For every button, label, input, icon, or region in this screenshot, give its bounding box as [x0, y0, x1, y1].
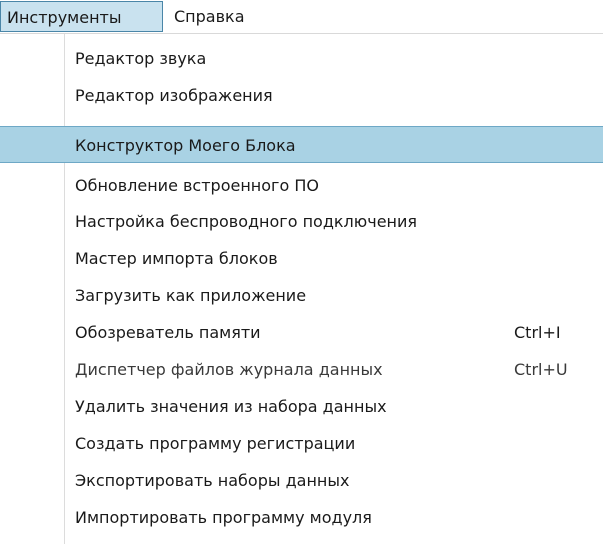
menu-item-wireless-setup[interactable]: Настройка беспроводного подключения	[0, 203, 603, 240]
menu-item-label: Редактор изображения	[75, 86, 273, 105]
menu-tools[interactable]: Инструменты	[0, 1, 163, 32]
menu-item-label: Настройка беспроводного подключения	[75, 212, 418, 231]
menu-item-datalog-file-manager[interactable]: Диспетчер файлов журнала данных Ctrl+U	[0, 351, 603, 388]
menu-item-label: Экспортировать наборы данных	[75, 471, 350, 490]
menu-item-import-module-program[interactable]: Импортировать программу модуля	[0, 499, 603, 536]
menu-item-label: Импортировать программу модуля	[75, 508, 372, 527]
menu-item-clear-dataset-values[interactable]: Удалить значения из набора данных	[0, 388, 603, 425]
tools-dropdown-menu: Редактор звука Редактор изображения Конс…	[0, 33, 603, 544]
menu-item-block-import-wizard[interactable]: Мастер импорта блоков	[0, 240, 603, 277]
menu-item-create-logging-program[interactable]: Создать программу регистрации	[0, 425, 603, 462]
menu-item-shortcut: Ctrl+U	[514, 360, 568, 379]
menu-item-firmware-update[interactable]: Обновление встроенного ПО	[0, 167, 603, 204]
menu-help[interactable]: Справка	[173, 1, 263, 32]
menu-item-download-as-app[interactable]: Загрузить как приложение	[0, 277, 603, 314]
menu-item-image-editor[interactable]: Редактор изображения	[0, 77, 603, 114]
application-screen: Инструменты Справка Редактор звука Редак…	[0, 0, 603, 544]
menu-item-my-block-builder[interactable]: Конструктор Моего Блока	[0, 126, 603, 163]
menu-item-label: Диспетчер файлов журнала данных	[75, 360, 383, 379]
menu-item-label: Мастер импорта блоков	[75, 249, 278, 268]
menu-item-label: Создать программу регистрации	[75, 434, 356, 453]
menu-item-label: Загрузить как приложение	[75, 286, 307, 305]
menu-item-label: Редактор звука	[75, 49, 207, 68]
menu-bar: Инструменты Справка	[0, 0, 603, 34]
menu-item-export-datasets[interactable]: Экспортировать наборы данных	[0, 462, 603, 499]
menu-item-memory-browser[interactable]: Обозреватель памяти Ctrl+I	[0, 314, 603, 351]
menu-item-label: Обновление встроенного ПО	[75, 176, 319, 195]
menu-item-sound-editor[interactable]: Редактор звука	[0, 40, 603, 77]
menu-item-label: Конструктор Моего Блока	[75, 136, 296, 155]
menu-item-label: Обозреватель памяти	[75, 323, 261, 342]
menu-item-label: Удалить значения из набора данных	[75, 397, 387, 416]
menu-item-shortcut: Ctrl+I	[514, 323, 561, 342]
